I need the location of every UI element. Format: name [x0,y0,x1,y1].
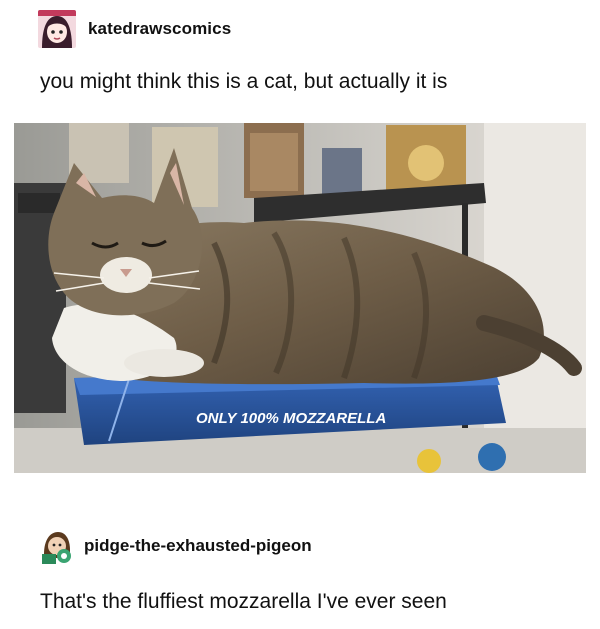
post-photo: ONLY 100% MOZZARELLA [14,123,586,473]
box-label: ONLY 100% MOZZARELLA [196,410,386,427]
reply-header: pidge-the-exhausted-pigeon [38,528,312,564]
post-caption: you might think this is a cat, but actua… [40,70,448,93]
reply-username[interactable]: pidge-the-exhausted-pigeon [84,536,312,556]
author-avatar[interactable] [38,10,76,48]
author-username[interactable]: katedrawscomics [88,19,231,39]
reply-avatar[interactable] [38,528,74,564]
post-header: katedrawscomics [38,10,231,48]
avatar-icon [38,528,74,564]
avatar-icon [38,10,76,48]
reply-text: That's the fluffiest mozzarella I've eve… [40,590,447,613]
